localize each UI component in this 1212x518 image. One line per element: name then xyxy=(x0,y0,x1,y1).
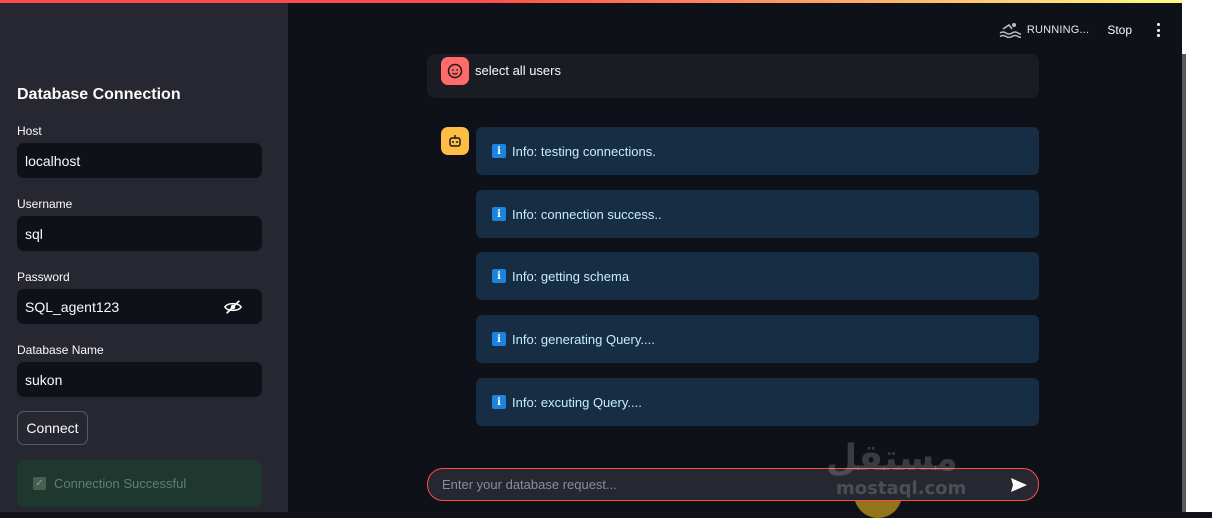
swimmer-icon xyxy=(999,23,1021,38)
info-icon: i xyxy=(492,395,506,409)
stop-button[interactable]: Stop xyxy=(1107,23,1132,37)
info-icon: i xyxy=(492,207,506,221)
host-input[interactable]: localhost xyxy=(17,143,262,178)
sidebar-title: Database Connection xyxy=(17,86,181,103)
info-message-text: Info: excuting Query.... xyxy=(512,394,642,410)
username-input[interactable]: sql xyxy=(17,216,262,251)
chat-input-placeholder: Enter your database request... xyxy=(442,477,617,492)
password-input[interactable]: SQL_agent123 xyxy=(17,289,262,324)
success-text: Connection Successful xyxy=(54,476,187,491)
eye-slash-icon[interactable] xyxy=(224,299,242,315)
main-area: RUNNING... Stop select all users i Info:… xyxy=(288,0,1182,518)
header-toolbar: RUNNING... Stop xyxy=(999,22,1160,38)
scrollbar-thumb[interactable] xyxy=(1182,54,1186,512)
bot-avatar xyxy=(441,127,469,155)
info-message: i Info: testing connections. xyxy=(476,127,1039,175)
connect-button[interactable]: Connect xyxy=(17,411,88,445)
info-message: i Info: getting schema xyxy=(476,252,1039,300)
top-progress-line xyxy=(0,0,1182,3)
database-label: Database Name xyxy=(17,343,104,357)
database-input[interactable]: sukon xyxy=(17,362,262,397)
host-label: Host xyxy=(17,124,42,138)
check-icon: ✓ xyxy=(33,477,46,490)
info-message-text: Info: generating Query.... xyxy=(512,331,655,347)
success-alert: ✓ Connection Successful xyxy=(17,460,262,507)
info-icon: i xyxy=(492,269,506,283)
send-icon[interactable] xyxy=(1010,477,1028,493)
running-text: RUNNING... xyxy=(1026,24,1090,36)
info-icon: i xyxy=(492,144,506,158)
info-icon: i xyxy=(492,332,506,346)
user-message: select all users xyxy=(427,54,1039,98)
watermark-latin: mostaql.com xyxy=(836,478,967,499)
user-message-text: select all users xyxy=(475,63,561,78)
sidebar: Database Connection Host localhost Usern… xyxy=(0,0,288,512)
robot-icon xyxy=(449,135,461,147)
smile-face-icon xyxy=(447,63,463,79)
user-avatar xyxy=(441,57,469,85)
watermark-arabic: مستقل xyxy=(826,438,958,479)
password-label: Password xyxy=(17,270,70,284)
info-message: i Info: generating Query.... xyxy=(476,315,1039,363)
info-message: i Info: connection success.. xyxy=(476,190,1039,238)
running-status: RUNNING... xyxy=(999,22,1090,38)
scrollbar[interactable] xyxy=(1182,0,1212,512)
main-menu-icon[interactable] xyxy=(1156,23,1160,37)
username-label: Username xyxy=(17,197,73,211)
info-message-text: Info: getting schema xyxy=(512,268,630,284)
info-message-text: Info: testing connections. xyxy=(512,143,656,159)
password-value: SQL_agent123 xyxy=(25,298,120,315)
info-message-text: Info: connection success.. xyxy=(512,206,662,222)
info-message: i Info: excuting Query.... xyxy=(476,378,1039,426)
